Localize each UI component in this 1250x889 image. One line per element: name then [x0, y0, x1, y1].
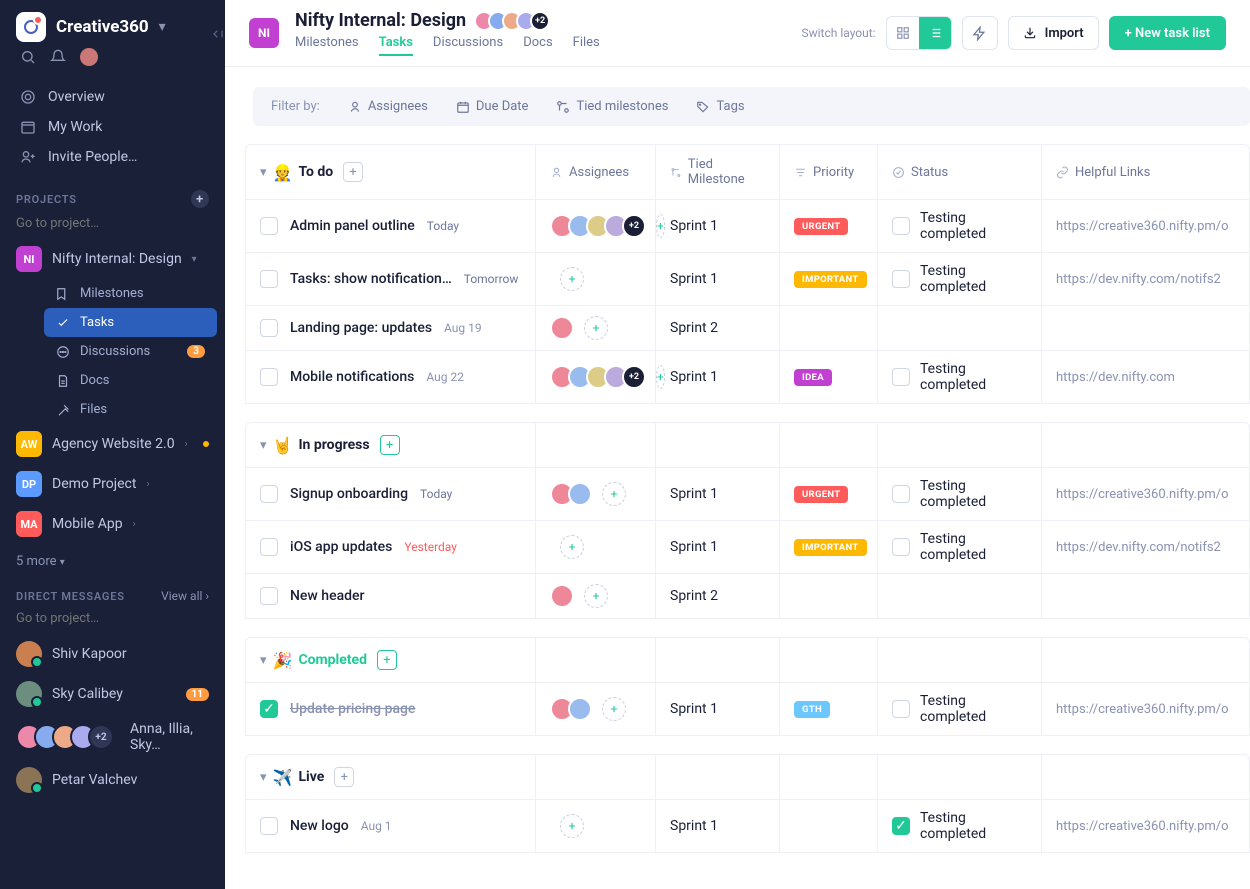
task-row[interactable]: New logoAug 1 + Sprint 1 ✓Testing comple…	[245, 800, 1250, 853]
add-task-button[interactable]: +	[377, 650, 397, 670]
task-checkbox[interactable]	[260, 817, 278, 835]
projects-header: PROJECTS +	[0, 180, 225, 214]
layout-list-button[interactable]	[919, 17, 951, 49]
topbar: NI Nifty Internal: Design +2 Milestones T…	[225, 0, 1250, 67]
tab-tasks[interactable]: Tasks	[379, 35, 413, 56]
task-checkbox[interactable]	[260, 587, 278, 605]
tab-discussions[interactable]: Discussions	[433, 35, 503, 56]
filter-tags[interactable]: Tags	[696, 99, 744, 114]
filter-assignees[interactable]: Assignees	[348, 99, 428, 114]
status-checkbox[interactable]	[892, 485, 910, 503]
task-row[interactable]: iOS app updatesYesterday + Sprint 1 IMPO…	[245, 521, 1250, 574]
chevron-down-icon[interactable]: ▾	[260, 770, 267, 785]
project-item-demo[interactable]: DPDemo Project›	[0, 464, 225, 504]
task-row[interactable]: Landing page: updatesAug 19 + Sprint 2	[245, 306, 1250, 351]
task-checkbox[interactable]	[260, 368, 278, 386]
add-task-button[interactable]: +	[334, 767, 354, 787]
dm-item[interactable]: Sky Calibey11	[0, 674, 225, 714]
workspace-switcher[interactable]: Creative360 ▾	[16, 12, 209, 42]
chevron-down-icon[interactable]: ▾	[260, 438, 267, 453]
chevron-down-icon: ▾	[159, 19, 166, 35]
status-checkbox[interactable]	[892, 270, 910, 288]
filter-duedate[interactable]: Due Date	[456, 99, 529, 114]
layout-segment	[886, 16, 952, 50]
project-members[interactable]: +2	[474, 11, 550, 31]
project-search-input[interactable]	[0, 214, 225, 239]
project-sub-discussions[interactable]: Discussions3	[44, 337, 217, 366]
add-task-button[interactable]: +	[380, 435, 400, 455]
task-row[interactable]: Mobile notificationsAug 22 +2+ Sprint 1 …	[245, 351, 1250, 404]
project-sub-tasks[interactable]: Tasks	[44, 308, 217, 337]
project-sub-files[interactable]: Files	[44, 395, 217, 424]
notifications-icon[interactable]	[50, 49, 66, 65]
dm-header: DIRECT MESSAGES View all ›	[0, 579, 225, 609]
nav-mywork[interactable]: My Work	[8, 112, 217, 142]
add-assignee-button[interactable]: +	[602, 697, 626, 721]
nav-invite[interactable]: Invite People…	[8, 142, 217, 172]
status-checkbox[interactable]	[892, 700, 910, 718]
filter-milestones[interactable]: Tied milestones	[556, 99, 668, 114]
add-assignee-button[interactable]: +	[560, 267, 584, 291]
add-task-button[interactable]: +	[343, 162, 363, 182]
status-checkbox[interactable]	[892, 217, 910, 235]
user-avatar[interactable]	[80, 48, 98, 66]
project-item-mobile[interactable]: MAMobile App›	[0, 504, 225, 544]
tab-files[interactable]: Files	[573, 35, 600, 56]
status-checkbox[interactable]: ✓	[892, 817, 910, 835]
workspace-name: Creative360	[56, 17, 149, 37]
task-row[interactable]: New header + Sprint 2	[245, 574, 1250, 619]
search-icon[interactable]	[20, 49, 36, 65]
task-row[interactable]: Signup onboardingToday + Sprint 1 URGENT…	[245, 468, 1250, 521]
import-button[interactable]: Import	[1008, 16, 1099, 50]
project-sub-milestones[interactable]: Milestones	[44, 279, 217, 308]
layout-board-button[interactable]	[887, 17, 919, 49]
add-project-button[interactable]: +	[191, 190, 209, 208]
status-checkbox[interactable]	[892, 368, 910, 386]
dm-item[interactable]: Shiv Kapoor	[0, 634, 225, 674]
more-projects-link[interactable]: 5 more ▾	[0, 544, 225, 579]
add-assignee-button[interactable]: +	[584, 316, 608, 340]
page-title: Nifty Internal: Design	[295, 10, 466, 31]
task-row[interactable]: Admin panel outlineToday +2+ Sprint 1 UR…	[245, 200, 1250, 253]
project-logo: NI	[249, 18, 279, 48]
task-checkbox[interactable]	[260, 217, 278, 235]
dm-item[interactable]: Petar Valchev	[0, 760, 225, 800]
add-assignee-button[interactable]: +	[584, 584, 608, 608]
add-assignee-button[interactable]: +	[560, 535, 584, 559]
task-checkbox[interactable]	[260, 319, 278, 337]
task-checkbox[interactable]	[260, 538, 278, 556]
dm-item[interactable]: +2Anna, Illia, Sky…	[0, 714, 225, 760]
status-checkbox[interactable]	[892, 538, 910, 556]
new-task-list-button[interactable]: + New task list	[1109, 16, 1226, 50]
switch-layout-label: Switch layout:	[801, 26, 875, 40]
add-assignee-button[interactable]: +	[602, 482, 626, 506]
task-row[interactable]: Tasks: show notification…Tomorrow + Spri…	[245, 253, 1250, 306]
project-sub-docs[interactable]: Docs	[44, 366, 217, 395]
collapse-sidebar-button[interactable]	[210, 26, 226, 46]
automation-button[interactable]	[962, 16, 998, 50]
chevron-down-icon[interactable]: ▾	[260, 653, 267, 668]
task-row[interactable]: ✓Update pricing page + Sprint 1 GTH Test…	[245, 683, 1250, 736]
project-item-nifty[interactable]: NINifty Internal: Design▾	[0, 239, 225, 279]
sidebar: Creative360 ▾ Overview My Work Invite Pe…	[0, 0, 225, 889]
task-checkbox[interactable]: ✓	[260, 700, 278, 718]
dm-search-input[interactable]	[0, 609, 225, 634]
workspace-logo	[16, 12, 46, 42]
nav-overview[interactable]: Overview	[8, 82, 217, 112]
task-checkbox[interactable]	[260, 485, 278, 503]
project-item-agency[interactable]: AWAgency Website 2.0›	[0, 424, 225, 464]
tab-milestones[interactable]: Milestones	[295, 35, 359, 56]
main-content: NI Nifty Internal: Design +2 Milestones T…	[225, 0, 1250, 889]
chevron-down-icon[interactable]: ▾	[260, 165, 267, 180]
filter-bar: Filter by: Assignees Due Date Tied miles…	[253, 87, 1250, 126]
tab-docs[interactable]: Docs	[523, 35, 552, 56]
add-assignee-button[interactable]: +	[560, 814, 584, 838]
view-all-dms[interactable]: View all ›	[161, 589, 209, 603]
task-checkbox[interactable]	[260, 270, 278, 288]
